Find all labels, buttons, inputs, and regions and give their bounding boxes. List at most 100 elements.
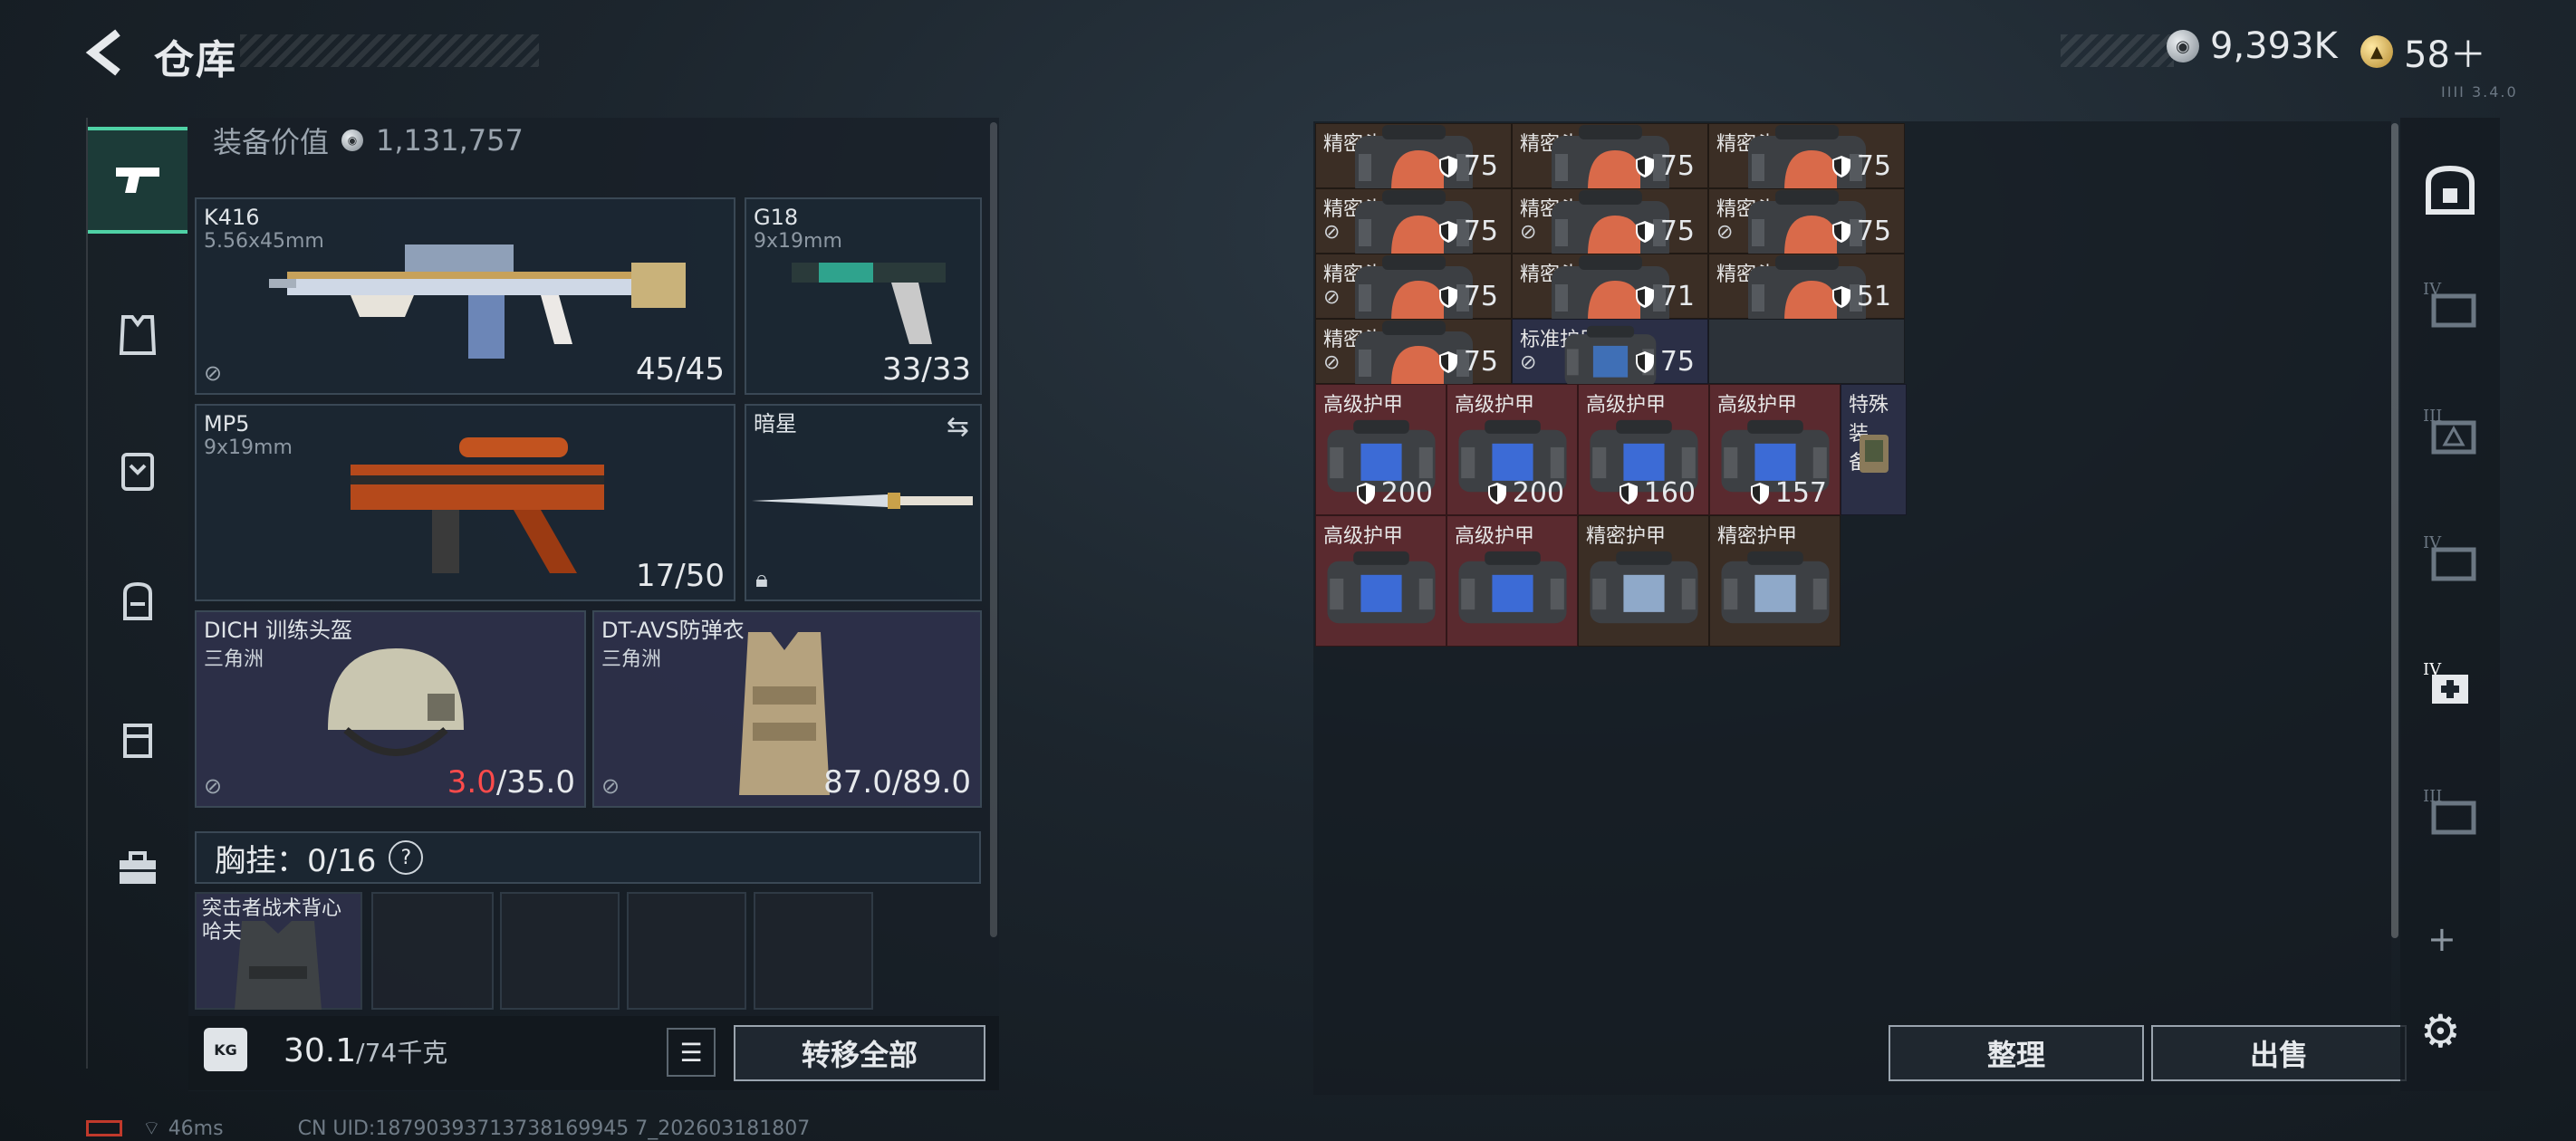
stash-item[interactable]: 精密头盔51 [1708,254,1905,330]
durability-shield-icon [1438,155,1457,177]
durability-value: 75 [1659,216,1695,247]
transfer-all-button[interactable]: 转移全部 [734,1025,985,1081]
weapon-slot-secondary[interactable]: MP5 9x19mm 17/50 [195,404,735,601]
settings-gear-icon[interactable]: ⚙ [2420,1005,2461,1058]
armor-case-icon [1720,551,1830,623]
carry-weight: 30.1/74千克 [284,1032,447,1069]
weight-current: 30.1 [284,1032,357,1069]
sell-button[interactable]: 出售 [2151,1025,2407,1081]
item-durability: 75 [1831,150,1891,182]
stash-item[interactable]: 精密头盔⊘75 [1315,254,1512,330]
rig-item-slot[interactable]: 突击者战术背心 哈夫克 [195,892,362,1010]
item-durability: 75 [1438,346,1498,378]
durability-shield-icon [1635,155,1654,177]
rig-empty-slot[interactable] [754,892,873,1010]
stash-item[interactable]: 高级护甲 [1315,515,1447,647]
armor-slot[interactable]: DT-AVS防弹衣 三角洲 ⊘ 87.0/89.0 [592,610,982,808]
durability-value: 75 [1463,216,1498,247]
stash-item[interactable]: 高级护甲 200 [1315,384,1447,515]
stash-item[interactable]: 标准护甲 ⊘ 75 [1512,319,1708,388]
melee-name: 暗星 [754,411,797,436]
stash-item[interactable]: 精密头盔⊘75 [1512,188,1708,264]
category-weapons[interactable] [88,127,187,234]
armor-case-icon [1326,551,1436,623]
item-durability: 51 [1831,281,1891,312]
folder-icon: III [2423,787,2476,835]
helmet-slot[interactable]: DICH 训练头盔 三角洲 ⊘ 3.0/35.0 [195,610,586,808]
durability-shield-icon [1831,285,1850,308]
stash-item[interactable]: 精密护甲 [1709,515,1841,647]
rig-empty-slot[interactable] [500,892,620,1010]
equipment-scrollbar[interactable] [990,122,997,937]
weight-max: /74千克 [356,1038,448,1068]
add-tab-icon[interactable]: + [2427,919,2456,959]
stash-item[interactable]: 精密头盔⊘75 [1315,188,1512,264]
item-name: 高级护甲 [1455,394,1535,417]
empty-stash-cell[interactable] [1708,319,1905,384]
weapon-slot-primary[interactable]: K416 5.56x45mm ⊘ 45/45 [195,197,735,395]
melee-slot[interactable]: 暗星 ⇆ 🔒︎ [745,404,982,601]
stash-item[interactable]: 精密头盔⊘75 [1708,188,1905,264]
swap-icon[interactable]: ⇆ [947,411,969,443]
rig-empty-slot[interactable] [371,892,494,1010]
stash-item[interactable]: 精密头盔75 [1315,123,1512,199]
weapon-name: K416 [204,205,260,230]
category-pouch[interactable] [88,688,187,788]
durability-shield-icon [1635,285,1654,308]
unlock-icon: ⊘ [1323,286,1341,309]
stash-item[interactable]: 精密头盔75 [1708,123,1905,199]
item-durability: 71 [1635,281,1695,312]
stash-item[interactable]: 精密护甲 [1578,515,1709,647]
stash-tab-3[interactable]: IV [2409,516,2491,598]
stash-item[interactable]: 高级护甲 [1447,515,1578,647]
item-durability: 75 [1831,216,1891,247]
rig-empty-slot[interactable] [627,892,746,1010]
stash-item[interactable]: 高级护甲 200 [1447,384,1578,515]
stash-tab-5[interactable]: III [2409,770,2491,851]
armor-map: 三角洲 [601,648,662,671]
equipment-value-label: 装备价值 [213,125,330,159]
unlock-icon: ⊘ [1520,221,1537,244]
backpack-icon [123,581,152,620]
folder-icon: IV [2423,280,2476,328]
stash-tab-medical[interactable]: IV [2409,643,2491,724]
item-durability: 75 [1438,150,1498,182]
stash-item[interactable]: 精密头盔75 [1512,123,1708,199]
stash-tab-2[interactable]: III [2409,389,2491,471]
category-backpack[interactable] [88,551,187,650]
smg-icon [351,437,604,573]
unlock-icon: ⊘ [1716,221,1734,244]
category-armor[interactable] [88,421,187,521]
silver-currency[interactable]: ◉ 9,393K [2167,25,2338,67]
stash-item[interactable]: 精密头盔⊘75 [1315,319,1512,395]
stash-tab-1[interactable]: IV [2409,263,2491,344]
stash-item[interactable]: 高级护甲 160 [1578,384,1709,515]
durability-value: 71 [1659,281,1695,312]
pistol-weapon-icon [792,263,946,344]
weapon-caliber: 9x19mm [204,436,293,459]
item-name: 精密护甲 [1717,525,1798,548]
durability-value: 200 [1512,477,1564,509]
gold-currency[interactable]: ▲ 58＋ [2360,25,2486,78]
stash-scrollbar[interactable] [2391,123,2398,938]
durability-value: 75 [1463,346,1498,378]
armor-name: DT-AVS防弹衣 [601,618,745,643]
back-button[interactable] [83,27,129,78]
category-chest-rig[interactable] [88,285,187,385]
special-equipment-item[interactable]: 特殊装备... [1841,384,1907,515]
weapon-slot-sidearm[interactable]: G18 9x19mm 33/33 [745,197,982,395]
item-name: 高级护甲 [1586,394,1667,417]
chest-rig-header[interactable]: 胸挂：0/16 ? [195,831,981,884]
stash-item[interactable]: 精密头盔71 [1512,254,1708,330]
record-icon [86,1120,122,1136]
category-case[interactable] [88,820,187,919]
stash-tab-all[interactable] [2409,149,2491,231]
durability-shield-icon [1438,220,1457,243]
stash-item[interactable]: 高级护甲 157 [1709,384,1841,515]
sort-button[interactable]: 整理 [1889,1025,2144,1081]
durability-shield-icon [1438,350,1457,373]
list-view-button[interactable]: ☰ [667,1028,716,1077]
help-icon[interactable]: ? [389,840,424,875]
unlock-icon: ⊘ [1520,351,1537,374]
page-title: 仓库 [154,37,237,83]
